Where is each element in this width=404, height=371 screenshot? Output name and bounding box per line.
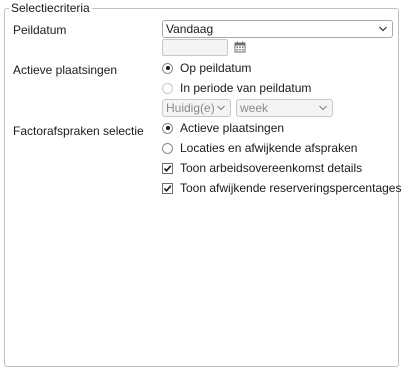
period-select-value: Huidig(e)	[166, 101, 215, 115]
radio-button-checked[interactable]	[162, 62, 173, 74]
radio-button-checked[interactable]	[162, 122, 173, 134]
factorafspraken-label: Factorafspraken selectie	[13, 124, 144, 138]
peildatum-label: Peildatum	[13, 23, 67, 37]
checkbox-checked[interactable]	[162, 182, 173, 194]
unit-select-value: week	[240, 101, 269, 115]
chevron-down-icon	[319, 105, 327, 111]
radio-op-peildatum-label: Op peildatum	[180, 61, 252, 75]
calendar-icon[interactable]	[234, 41, 246, 53]
checkbox-reserveringspercentages-label: Toon afwijkende reserveringspercentages	[180, 181, 402, 195]
period-select[interactable]: Huidig(e)	[162, 99, 231, 117]
radio-in-periode-label: In periode van peildatum	[180, 81, 312, 95]
checkbox-reserveringspercentages[interactable]: Toon afwijkende reserveringspercentages	[162, 181, 401, 195]
peildatum-date-input[interactable]	[162, 39, 228, 56]
checkbox-arbeidsovereenkomst-label: Toon arbeidsovereenkomst details	[180, 161, 363, 175]
check-icon	[163, 184, 172, 192]
radio-button[interactable]	[162, 82, 173, 94]
radio-in-periode[interactable]: In periode van peildatum	[162, 81, 311, 95]
radio-locaties-label: Locaties en afwijkende afspraken	[180, 141, 358, 155]
radio-button[interactable]	[162, 142, 173, 154]
chevron-down-icon	[217, 105, 225, 111]
actieve-plaatsingen-label: Actieve plaatsingen	[13, 63, 118, 77]
radio-op-peildatum[interactable]: Op peildatum	[162, 61, 251, 75]
check-icon	[163, 164, 172, 172]
radio-actieve-plaatsingen[interactable]: Actieve plaatsingen	[162, 121, 284, 135]
checkbox-checked[interactable]	[162, 162, 173, 174]
peildatum-select-value: Vandaag	[166, 22, 214, 36]
radio-locaties[interactable]: Locaties en afwijkende afspraken	[162, 141, 357, 155]
peildatum-select[interactable]: Vandaag	[162, 20, 393, 38]
chevron-down-icon	[379, 26, 387, 32]
radio-actieve-plaatsingen-label: Actieve plaatsingen	[180, 121, 285, 135]
panel-title: Selectiecriteria	[9, 1, 92, 15]
checkbox-arbeidsovereenkomst[interactable]: Toon arbeidsovereenkomst details	[162, 161, 362, 175]
unit-select[interactable]: week	[236, 99, 333, 117]
